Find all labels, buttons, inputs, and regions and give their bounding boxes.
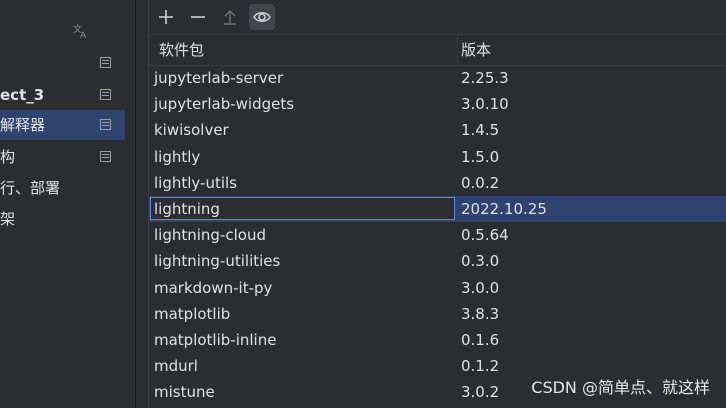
package-table-body: jupyterlab-server 2.25.3 jupyterlab-widget… xyxy=(149,65,726,405)
package-version-cell: 3.0.2 xyxy=(461,383,500,402)
settings-window: 文 A ect_3 解释器构行、部署架 软件包 版本 jupyterlab-se… xyxy=(0,0,726,408)
svg-text:A: A xyxy=(80,31,87,40)
package-name-cell: matplotlib xyxy=(154,304,231,323)
sidebar-item-label: 构 xyxy=(0,148,16,166)
package-version-cell: 0.1.2 xyxy=(461,357,500,376)
package-version-cell: 1.5.0 xyxy=(461,147,500,166)
remove-icon xyxy=(191,16,205,18)
sidebar-item-label: 行、部署 xyxy=(0,179,61,197)
package-version-cell: 3.8.3 xyxy=(461,304,500,323)
column-divider[interactable] xyxy=(457,35,458,65)
sidebar-item-label: 解释器 xyxy=(0,116,46,134)
show-early-releases-toggle[interactable] xyxy=(249,4,275,30)
sidebar-item-label: 架 xyxy=(0,210,16,228)
sidebar-item[interactable]: 行、部署 xyxy=(0,173,125,203)
package-name-cell: jupyterlab-server xyxy=(154,69,284,87)
package-version-cell: 0.0.2 xyxy=(461,173,500,192)
page-icon xyxy=(100,151,111,162)
package-version-cell: 2.25.3 xyxy=(461,69,509,87)
sidebar-item[interactable]: 架 xyxy=(0,204,125,234)
package-version-cell: 0.3.0 xyxy=(461,252,500,271)
eye-icon xyxy=(253,12,271,22)
page-icon xyxy=(100,57,111,68)
sidebar-item-label: ect_3 xyxy=(0,86,45,104)
package-name-cell: mdurl xyxy=(154,357,198,376)
table-row[interactable]: jupyterlab-server 2.25.3 xyxy=(149,65,726,91)
package-version-cell: 3.0.0 xyxy=(461,278,500,297)
upgrade-icon xyxy=(224,10,236,25)
package-version-cell: 0.1.6 xyxy=(461,330,500,349)
page-icon xyxy=(100,119,111,130)
uninstall-package-button[interactable] xyxy=(185,4,211,30)
table-row[interactable]: lightning-cloud 0.5.64 xyxy=(149,222,726,248)
upgrade-package-button[interactable] xyxy=(217,4,243,30)
package-name-cell: matplotlib-inline xyxy=(154,330,277,349)
sidebar-item[interactable]: 解释器 xyxy=(0,110,125,140)
package-name-cell: lightly-utils xyxy=(154,173,237,192)
table-row[interactable]: markdown-it-py 3.0.0 xyxy=(149,275,726,301)
add-icon xyxy=(159,10,173,24)
table-row[interactable]: lightning 2022.10.25 xyxy=(149,195,726,223)
table-row[interactable]: lightly-utils 0.0.2 xyxy=(149,170,726,196)
table-row[interactable]: lightning-utilities 0.3.0 xyxy=(149,248,726,274)
sidebar-item[interactable]: ect_3 xyxy=(0,80,125,110)
package-version-cell: 0.5.64 xyxy=(461,226,509,245)
table-row[interactable]: lightly 1.5.0 xyxy=(149,144,726,170)
sidebar-item[interactable]: 构 xyxy=(0,142,125,172)
package-column-header[interactable]: 软件包 xyxy=(159,35,204,65)
table-row[interactable]: jupyterlab-widgets 3.0.10 xyxy=(149,91,726,117)
package-version-cell: 3.0.10 xyxy=(461,95,509,114)
page-icon xyxy=(100,89,111,100)
package-name-cell: lightning-cloud xyxy=(154,226,266,245)
version-column-header[interactable]: 版本 xyxy=(461,35,491,65)
watermark: CSDN @简单点、就这样 xyxy=(531,378,710,397)
package-table-header: 软件包 版本 xyxy=(149,35,726,66)
python-interpreter-panel: 软件包 版本 jupyterlab-server 2.25.3 jupyterlab… xyxy=(148,0,726,408)
package-name-cell: lightly xyxy=(154,147,201,166)
package-name-cell: lightning xyxy=(154,199,220,218)
package-toolbar xyxy=(149,0,726,35)
table-row[interactable]: matplotlib 3.8.3 xyxy=(149,301,726,327)
package-name-cell: jupyterlab-widgets xyxy=(154,95,295,114)
translate-icon: 文 A xyxy=(72,22,90,41)
package-name-cell: markdown-it-py xyxy=(154,278,273,297)
package-name-cell: lightning-utilities xyxy=(154,252,281,271)
table-row[interactable]: kiwisolver 1.4.5 xyxy=(149,117,726,143)
package-name-cell: kiwisolver xyxy=(154,121,229,140)
package-name-cell: mistune xyxy=(154,383,215,402)
settings-sidebar: 文 A ect_3 解释器构行、部署架 xyxy=(0,0,136,408)
package-version-cell: 1.4.5 xyxy=(461,121,500,140)
table-row[interactable]: matplotlib-inline 0.1.6 xyxy=(149,327,726,353)
package-version-cell: 2022.10.25 xyxy=(461,199,547,218)
install-package-button[interactable] xyxy=(153,4,179,30)
